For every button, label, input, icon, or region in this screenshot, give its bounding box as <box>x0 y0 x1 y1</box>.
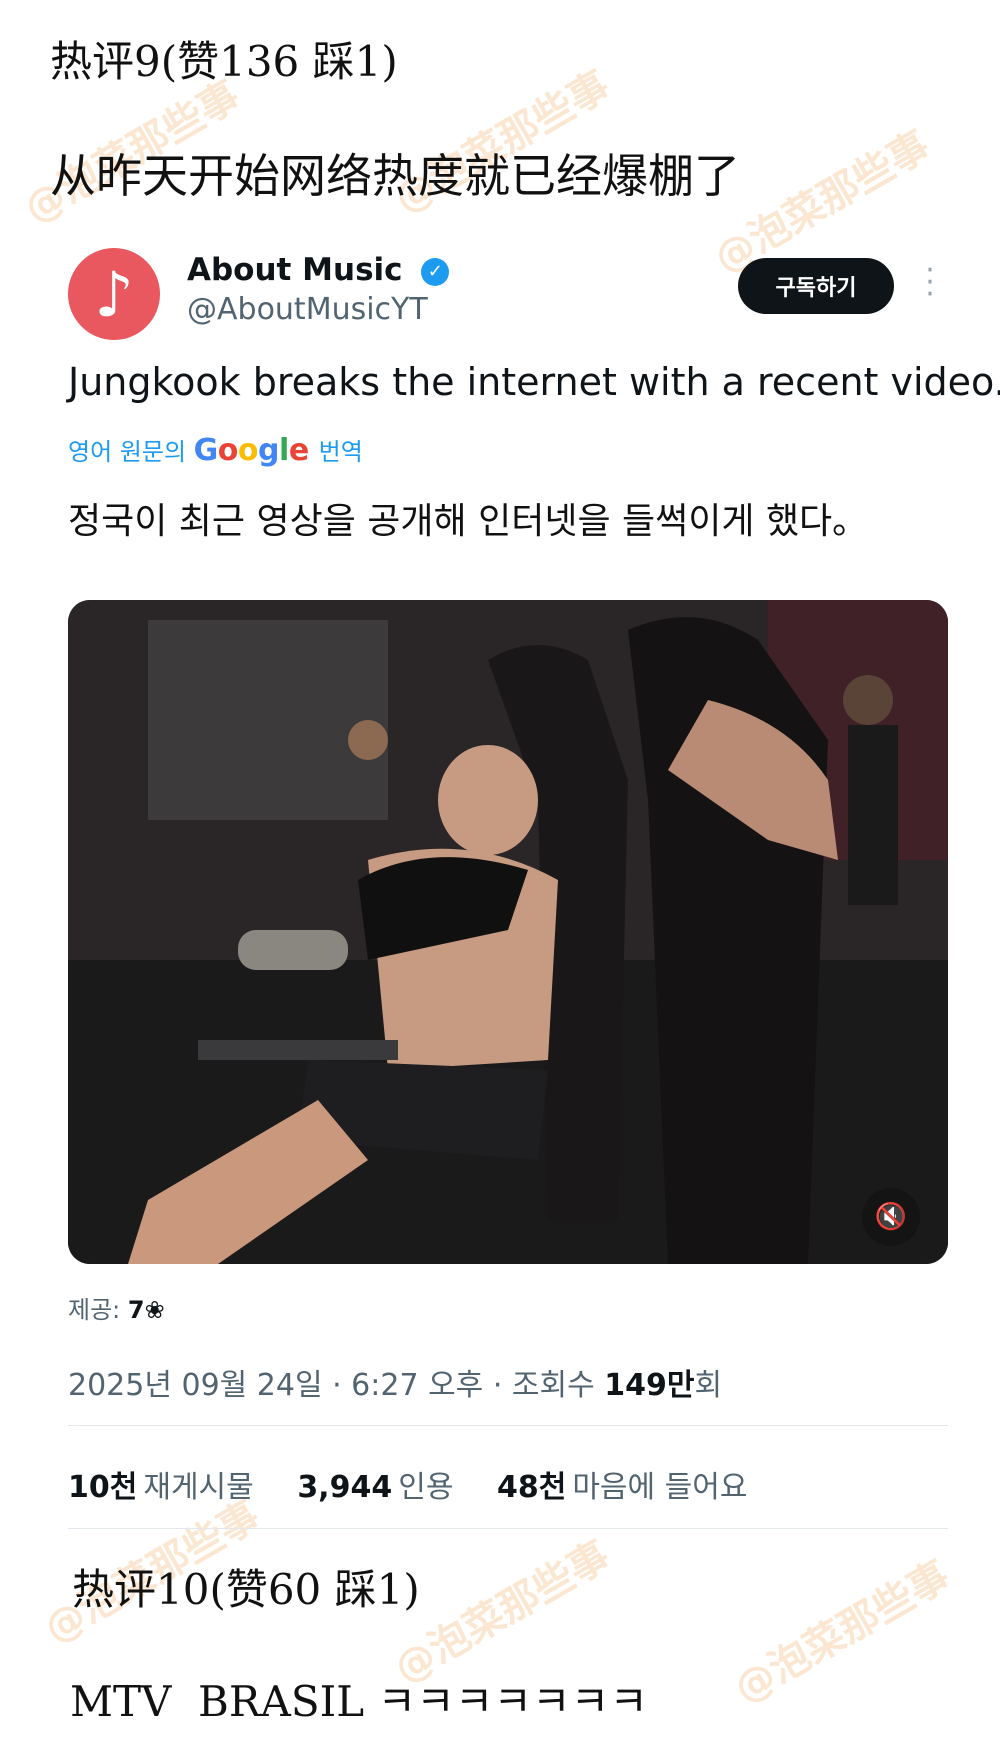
google-logo: Google <box>193 433 310 468</box>
translated-text: 정국이 최근 영상을 공개해 인터넷을 들썩이게 했다。 <box>68 501 869 542</box>
follow-button[interactable]: 구독하기 <box>738 258 894 314</box>
translate-prefix: 영어 원문의 <box>68 438 187 466</box>
watermark: @泡菜那些事 <box>726 1552 958 1713</box>
likes-value: 48천 <box>496 1470 567 1505</box>
comment-10-body: MTV BRASIL ㅋㅋㅋㅋㅋㅋㅋ <box>70 1677 648 1726</box>
translation-attribution[interactable]: 영어 원문의 Google 번역 <box>68 432 363 468</box>
divider <box>68 1425 948 1426</box>
music-note-icon: ♪ <box>94 257 134 331</box>
tweet-timestamp: 2025년 09월 24일 · 6:27 오후 · 조회수 <box>68 1368 595 1403</box>
divider <box>68 1528 948 1529</box>
account-name[interactable]: About Music ✓ <box>187 252 450 288</box>
tweet-video[interactable] <box>68 600 948 1264</box>
mute-icon[interactable]: 🔇 <box>862 1188 920 1246</box>
likes-label: 마음에 들어요 <box>572 1470 748 1505</box>
reposts-stat[interactable]: 10천 재게시물 <box>68 1470 254 1505</box>
view-count: 149만 <box>604 1368 695 1403</box>
video-frame <box>68 600 948 1264</box>
reposts-label: 재게시물 <box>143 1470 254 1505</box>
engagement-stats: 10천 재게시물 3,944 인용 48천 마음에 들어요 <box>68 1462 781 1506</box>
likes-stat[interactable]: 48천 마음에 들어요 <box>497 1470 748 1505</box>
credit-value: 7❀ <box>127 1296 165 1324</box>
account-name-text: About Music <box>187 252 403 288</box>
account-avatar[interactable]: ♪ <box>68 248 160 340</box>
credit-label: 제공: <box>68 1296 121 1324</box>
account-handle[interactable]: @AboutMusicYT <box>187 292 428 327</box>
view-count-suffix: 회 <box>694 1368 723 1403</box>
tweet-meta[interactable]: 2025년 09월 24일 · 6:27 오후 · 조회수 149만회 <box>68 1360 722 1404</box>
translate-suffix: 번역 <box>318 438 363 466</box>
quotes-stat[interactable]: 3,944 인용 <box>297 1470 453 1505</box>
verified-badge-icon: ✓ <box>421 258 450 286</box>
comment-9-title: 热评9(赞136 踩1) <box>50 37 398 86</box>
tweet-text: Jungkook breaks the internet with a rece… <box>68 360 1000 404</box>
reposts-value: 10천 <box>68 1470 138 1505</box>
quotes-label: 인용 <box>398 1470 454 1505</box>
more-options-icon[interactable]: · · · <box>920 256 940 310</box>
comment-9-body: 从昨天开始网络热度就已经爆棚了 <box>50 149 740 203</box>
comment-10-title: 热评10(赞60 踩1) <box>72 1565 420 1614</box>
quotes-value: 3,944 <box>297 1470 393 1505</box>
media-credit: 제공: 7❀ <box>68 1290 165 1325</box>
